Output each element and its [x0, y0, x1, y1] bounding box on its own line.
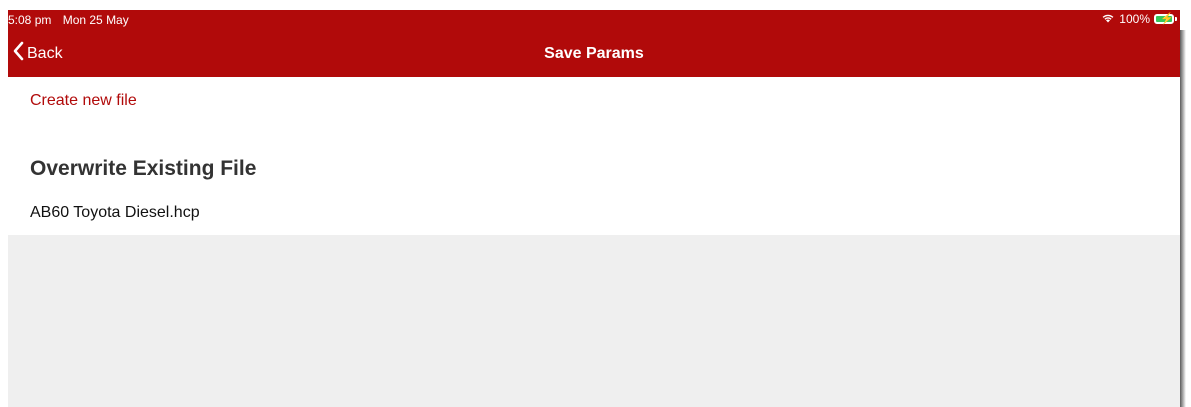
status-date: Mon 25 May — [62, 13, 129, 27]
page-title: Save Params — [544, 45, 644, 62]
overwrite-section-heading: Overwrite Existing File — [30, 157, 257, 180]
battery-percent: 100% — [1119, 12, 1150, 26]
status-indicators: 100% ⚡ — [1101, 12, 1177, 26]
file-list-item[interactable]: AB60 Toyota Diesel.hcp — [30, 204, 200, 222]
window-shadow — [1180, 30, 1186, 407]
wifi-icon — [1101, 12, 1115, 26]
status-time: 5:08 pm — [8, 13, 52, 27]
create-new-file-link[interactable]: Create new file — [30, 92, 137, 110]
app-window: 5:08 pm Mon 25 May 100% ⚡ Back Save Para… — [8, 10, 1180, 407]
screenshot-frame: 5:08 pm Mon 25 May 100% ⚡ Back Save Para… — [0, 0, 1191, 407]
battery-charging-icon: ⚡ — [1154, 13, 1177, 25]
status-time-date: 5:08 pm Mon 25 May — [8, 13, 137, 27]
status-bar: 5:08 pm Mon 25 May 100% ⚡ — [8, 10, 1180, 30]
navigation-bar: Back Save Params — [8, 30, 1180, 77]
main-content: Create new file Overwrite Existing File … — [8, 77, 1180, 235]
